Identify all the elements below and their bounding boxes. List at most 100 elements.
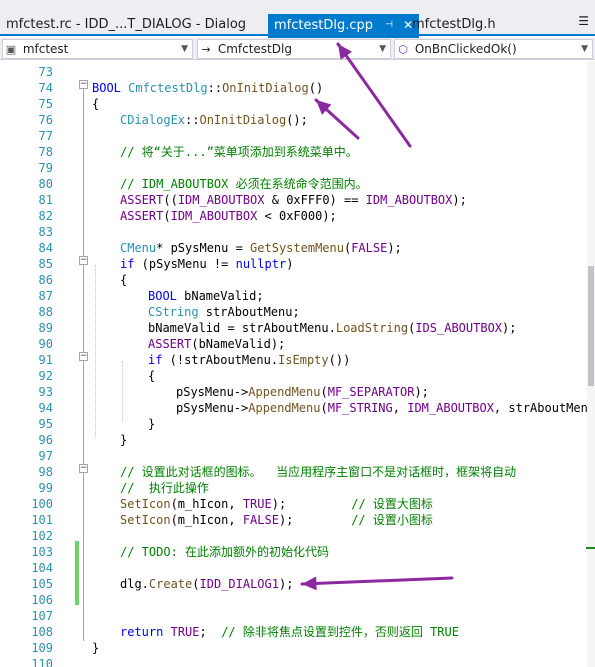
line-number: 80 [38,177,53,191]
code-token: BOOL [92,81,129,95]
line-number: 96 [38,433,53,447]
code-line[interactable]: 82 ASSERT(IDM_ABOUTBOX < 0xF000); [0,208,595,224]
code-line[interactable]: 104 [0,560,595,576]
chevron-down-icon: ▼ [581,44,588,54]
code-line[interactable]: 83 [0,224,595,240]
code-text: // TODO: 在此添加额外的初始化代码 [120,544,329,560]
code-line[interactable]: 73 [0,64,595,80]
code-line[interactable]: 88 CString strAboutMenu; [0,304,595,320]
code-line[interactable]: 89 bNameValid = strAboutMenu.LoadString(I… [0,320,595,336]
line-number: 73 [38,65,53,79]
code-line[interactable]: 85 if (pSysMenu != nullptr) [0,256,595,272]
code-token: // 设置此对话框的图标。 当应用程序主窗口不是对话框时，框架将自动 [120,465,517,479]
code-line[interactable]: 87 BOOL bNameValid; [0,288,595,304]
line-number: 107 [31,609,53,623]
code-token: IDM_ABOUTBOX [365,193,453,207]
code-token: ( [320,401,328,415]
line-number: 79 [38,161,53,175]
code-token: // 设置小图标 [351,513,433,527]
code-line[interactable]: 96} [0,432,595,448]
code-token: ); [414,385,429,399]
code-line[interactable]: 99 // 执行此操作 [0,480,595,496]
code-line[interactable]: 80 // IDM_ABOUTBOX 必须在系统命令范围内。 [0,176,595,192]
line-number: 91 [38,353,53,367]
code-line[interactable]: 77 [0,128,595,144]
code-line[interactable]: 74 BOOL CmfctestDlg::OnInitDialog() [0,80,595,96]
code-token: pSysMenu-> [176,385,249,399]
code-line[interactable]: 106 [0,592,595,608]
member-dropdown[interactable]: ⬡ OnBnClickedOk() ▼ [394,39,593,59]
code-line[interactable]: 93 pSysMenu->AppendMenu(MF_SEPARATOR); [0,384,595,400]
tab-mfctestdlg-h[interactable]: mfctestDlg.h [412,14,496,36]
code-line[interactable]: 102 [0,528,595,544]
code-line[interactable]: 86 { [0,272,595,288]
tab-mfctestdlg-cpp[interactable]: mfctestDlg.cpp ⊣ ✕ [268,14,420,38]
code-token: (m_hIcon, [170,513,243,527]
code-token: if [120,257,135,271]
code-line[interactable]: 81 ASSERT((IDM_ABOUTBOX & 0xFFF0) == IDM_… [0,192,595,208]
line-number: 104 [31,561,53,575]
tab-mfctest-rc[interactable]: mfctest.rc - IDD_...T_DIALOG - Dialog [6,14,246,36]
code-line[interactable]: 76 CDialogEx::OnInitDialog(); [0,112,595,128]
code-text: bNameValid = strAboutMenu.LoadString(IDS… [148,320,516,336]
code-token: ); [452,193,467,207]
code-token: if [148,353,163,367]
code-line[interactable]: 103 // TODO: 在此添加额外的初始化代码 [0,544,595,560]
code-text: CDialogEx::OnInitDialog(); [120,112,308,128]
line-number: 77 [38,129,53,143]
line-number: 88 [38,305,53,319]
code-line[interactable]: 109} [0,640,595,656]
code-token: SetIcon [120,513,171,527]
code-token: IDS_ABOUTBOX [415,321,503,335]
line-number: 95 [38,417,53,431]
project-dropdown[interactable]: ▣ mfctest ▼ [2,39,193,59]
code-token: ASSERT [120,209,164,223]
code-line[interactable]: 95} [0,416,595,432]
code-token: SetIcon [120,497,171,511]
document-tab-strip: mfctest.rc - IDD_...T_DIALOG - Dialog mf… [0,0,595,38]
tab-list-dropdown[interactable]: ☰ [578,14,589,28]
code-text: if (!strAboutMenu.IsEmpty()) [148,352,350,368]
code-text: { [120,272,127,288]
code-token: } [148,417,156,431]
code-text: ASSERT(IDM_ABOUTBOX < 0xF000); [120,208,337,224]
code-line[interactable]: 105 dlg.Create(IDD_DIALOG1); [0,576,595,592]
line-number: 103 [31,545,53,559]
code-text: // IDM_ABOUTBOX 必须在系统命令范围内。 [120,176,368,192]
project-icon: ▣ [5,43,17,56]
class-dropdown[interactable]: → CmfctestDlg ▼ [197,39,391,59]
code-text: return TRUE; // 除非将焦点设置到控件，否则返回 TRUE [120,624,459,640]
code-line[interactable]: 107 [0,608,595,624]
code-line[interactable]: 84 CMenu* pSysMenu = GetSystemMenu(FALSE)… [0,240,595,256]
pin-icon[interactable]: ⊣ [385,14,393,36]
code-line[interactable]: 92 { [0,368,595,384]
chevron-down-icon: ▼ [181,44,188,54]
line-number: 105 [31,577,53,591]
code-text: SetIcon(m_hIcon, TRUE); // 设置大图标 [120,496,433,512]
chevron-down-icon: ☰ [578,14,589,28]
code-token: () [308,81,324,95]
code-line[interactable]: 108 return TRUE; // 除非将焦点设置到控件，否则返回 TRUE [0,624,595,640]
arrow-right-icon: → [201,43,211,56]
code-text: // 执行此操作 [120,480,209,496]
code-token: { [120,273,128,287]
code-line[interactable]: 110 [0,656,595,667]
code-line[interactable]: 97 [0,448,595,464]
scrollbar-thumb[interactable] [588,266,594,386]
code-line[interactable]: 101 SetIcon(m_hIcon, FALSE); // 设置小图标 [0,512,595,528]
tab-label: mfctestDlg.h [412,17,496,32]
code-line[interactable]: 94 pSysMenu->AppendMenu(MF_STRING, IDM_AB… [0,400,595,416]
code-token: CDialogEx [120,113,186,127]
code-line[interactable]: 91 if (!strAboutMenu.IsEmpty()) [0,352,595,368]
code-token: (!strAboutMenu. [162,353,279,367]
code-line[interactable]: 78 // 将“关于...”菜单项添加到系统菜单中。 [0,144,595,160]
code-editor[interactable]: − − − − 73 74 BOOL CmfctestDlg::OnInitDial… [0,61,595,667]
code-text: CMenu* pSysMenu = GetSystemMenu(FALSE); [120,240,402,256]
code-line[interactable]: 75 { [0,96,595,112]
code-line[interactable]: 98 // 设置此对话框的图标。 当应用程序主窗口不是对话框时，框架将自动 [0,464,595,480]
code-line[interactable]: 90 ASSERT(bNameValid); [0,336,595,352]
code-text: if (pSysMenu != nullptr) [120,256,293,272]
code-line[interactable]: 79 [0,160,595,176]
code-token: ) [286,257,294,271]
code-line[interactable]: 100 SetIcon(m_hIcon, TRUE); // 设置大图标 [0,496,595,512]
